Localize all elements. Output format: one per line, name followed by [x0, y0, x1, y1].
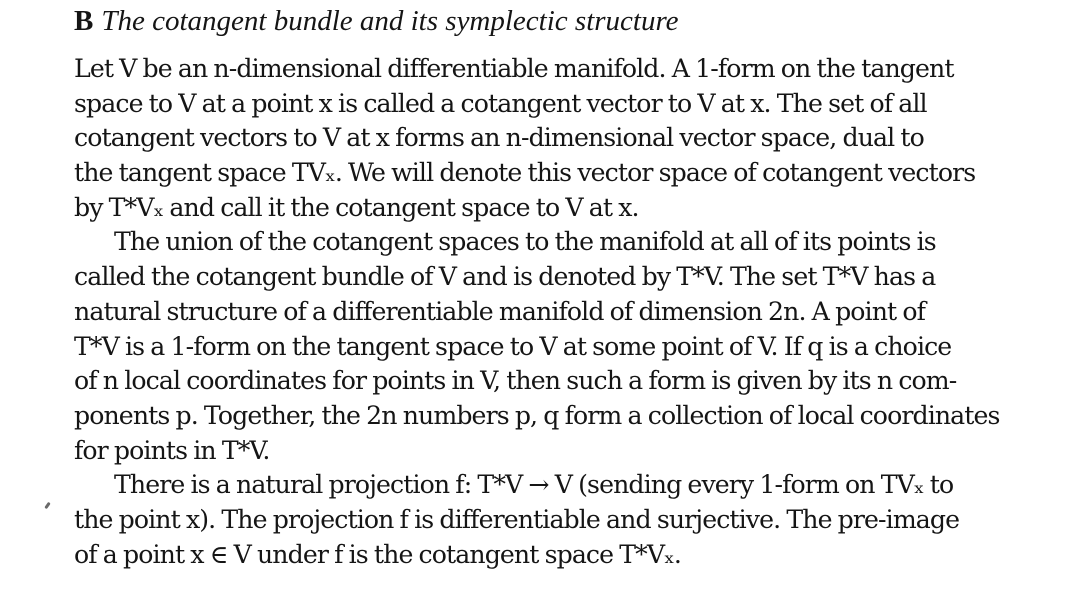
body-text: Let V be an n-dimensional differentiable…	[74, 52, 1012, 572]
text-line: of a point x ∈ V under f is the cotangen…	[74, 539, 682, 569]
text-line: natural structure of a differentiable ma…	[74, 296, 926, 326]
book-page: B The cotangent bundle and its symplectic…	[0, 0, 1084, 606]
text-line: called the cotangent bundle of V and is …	[74, 262, 936, 292]
section-letter: B	[74, 5, 94, 37]
text-line: for points in T*V.	[74, 435, 270, 465]
text-line: The union of the cotangent spaces to the…	[114, 227, 937, 257]
section-heading: B The cotangent bundle and its symplectic…	[74, 4, 679, 38]
text-line: Let V be an n-dimensional differentiable…	[74, 54, 954, 83]
margin-mark	[44, 501, 51, 510]
text-line: There is a natural projection f: T*V → V…	[114, 470, 954, 500]
text-line: by T*Vₓ and call it the cotangent space …	[74, 192, 640, 222]
text-line: of n local coordinates for points in V, …	[74, 366, 957, 396]
section-title: The cotangent bundle and its symplectic …	[101, 5, 679, 37]
text-line: space to V at a point x is called a cota…	[74, 88, 928, 118]
text-line: T*V is a 1-form on the tangent space to …	[74, 331, 952, 361]
text-line: cotangent vectors to V at x forms an n-d…	[74, 123, 925, 153]
text-line: the tangent space TVₓ. We will denote th…	[74, 158, 976, 188]
text-line: ponents p. Together, the 2n numbers p, q…	[74, 400, 1000, 430]
text-line: the point x). The projection f is differ…	[74, 504, 960, 534]
